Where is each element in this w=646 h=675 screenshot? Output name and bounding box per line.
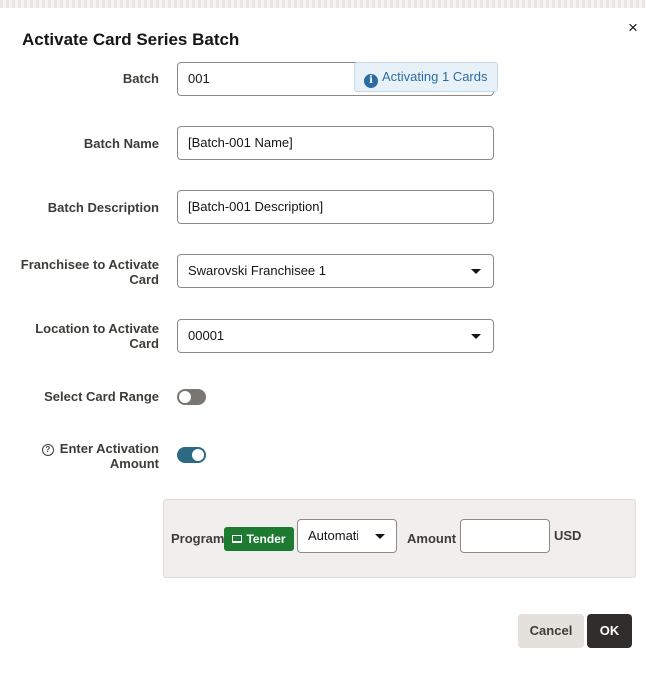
batch-name-input[interactable]: [Batch-001 Name] [177, 126, 494, 160]
tender-icon [232, 535, 243, 543]
batch-label: Batch [122, 71, 159, 86]
chevron-down-icon [471, 269, 481, 274]
amount-label: Amount [407, 531, 457, 546]
activating-cards-badge: i Activating 1 Cards [354, 62, 498, 92]
program-label: Program [171, 531, 225, 546]
toggle-knob [179, 391, 191, 403]
batch-select-value: 001 [188, 71, 210, 86]
activation-amount-panel: Program Tender Automatic Amount USD [163, 499, 636, 578]
franchisee-label: Franchisee to Activate Card [20, 257, 159, 287]
tender-button-label: Tender [246, 532, 286, 546]
chevron-down-icon [375, 534, 385, 539]
toggle-knob [192, 449, 204, 461]
cancel-button[interactable]: Cancel [518, 614, 584, 648]
franchisee-select-value: Swarovski Franchisee 1 [188, 263, 326, 278]
amount-input[interactable] [460, 519, 550, 553]
enter-activation-amount-label: Enter Activation Amount [59, 441, 159, 471]
franchisee-select[interactable]: Swarovski Franchisee 1 [177, 254, 494, 288]
chevron-down-icon [471, 334, 481, 339]
select-card-range-toggle[interactable] [177, 389, 206, 405]
ok-button[interactable]: OK [587, 614, 632, 648]
activate-card-series-dialog: × Activate Card Series Batch Batch 001 i… [0, 8, 646, 675]
help-icon[interactable]: ? [41, 444, 54, 456]
batch-name-label: Batch Name [83, 136, 159, 151]
close-icon[interactable]: × [623, 18, 643, 38]
info-icon: i [364, 74, 378, 88]
enter-activation-amount-toggle[interactable] [177, 447, 206, 463]
amount-mode-value: Automatic [308, 528, 358, 543]
batch-description-value: [Batch-001 Description] [188, 199, 324, 214]
batch-description-input[interactable]: [Batch-001 Description] [177, 190, 494, 224]
tender-button[interactable]: Tender [224, 527, 294, 551]
location-label: Location to Activate Card [35, 321, 159, 351]
currency-label: USD [554, 528, 582, 543]
amount-mode-select[interactable]: Automatic [297, 519, 397, 553]
location-select[interactable]: 00001 [177, 319, 494, 353]
activating-cards-text: Activating 1 Cards [382, 69, 488, 84]
select-card-range-label: Select Card Range [44, 389, 159, 404]
location-select-value: 00001 [188, 328, 225, 343]
batch-name-value: [Batch-001 Name] [188, 135, 293, 150]
dialog-title: Activate Card Series Batch [22, 30, 240, 49]
background-strip [0, 0, 646, 8]
enter-activation-amount-label-wrap: ? Enter Activation Amount [19, 441, 159, 471]
batch-description-label: Batch Description [47, 200, 159, 215]
